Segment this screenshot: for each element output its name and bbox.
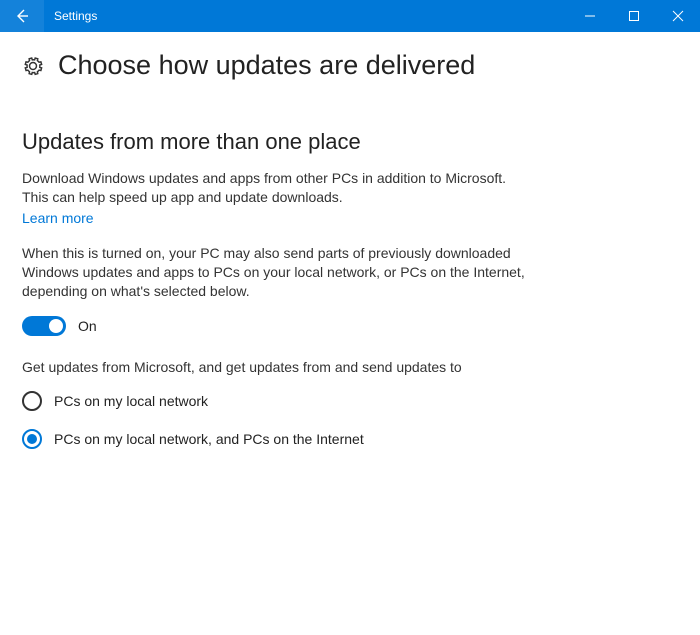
arrow-left-icon xyxy=(14,8,30,24)
minimize-icon xyxy=(584,10,596,22)
radio-label: PCs on my local network, and PCs on the … xyxy=(54,431,364,447)
radio-option-local[interactable]: PCs on my local network xyxy=(22,391,538,411)
delivery-toggle[interactable] xyxy=(22,316,66,336)
close-icon xyxy=(672,10,684,22)
radio-label: PCs on my local network xyxy=(54,393,208,409)
gear-icon xyxy=(22,55,44,77)
explanation-text: When this is turned on, your PC may also… xyxy=(22,244,532,302)
intro-text: Download Windows updates and apps from o… xyxy=(22,169,532,208)
minimize-button[interactable] xyxy=(568,0,612,32)
close-button[interactable] xyxy=(656,0,700,32)
delivery-toggle-row: On xyxy=(22,316,538,336)
page-header: Choose how updates are delivered xyxy=(0,32,700,81)
learn-more-link[interactable]: Learn more xyxy=(22,210,94,226)
radio-icon xyxy=(22,429,42,449)
maximize-button[interactable] xyxy=(612,0,656,32)
radio-option-internet[interactable]: PCs on my local network, and PCs on the … xyxy=(22,429,538,449)
back-button[interactable] xyxy=(0,0,44,32)
toggle-state-label: On xyxy=(78,318,97,334)
content: Updates from more than one place Downloa… xyxy=(0,81,560,449)
titlebar: Settings xyxy=(0,0,700,32)
options-lead-text: Get updates from Microsoft, and get upda… xyxy=(22,358,532,377)
section-heading: Updates from more than one place xyxy=(22,129,538,155)
page-title: Choose how updates are delivered xyxy=(58,50,475,81)
radio-icon xyxy=(22,391,42,411)
maximize-icon xyxy=(628,10,640,22)
window-title: Settings xyxy=(44,0,97,32)
